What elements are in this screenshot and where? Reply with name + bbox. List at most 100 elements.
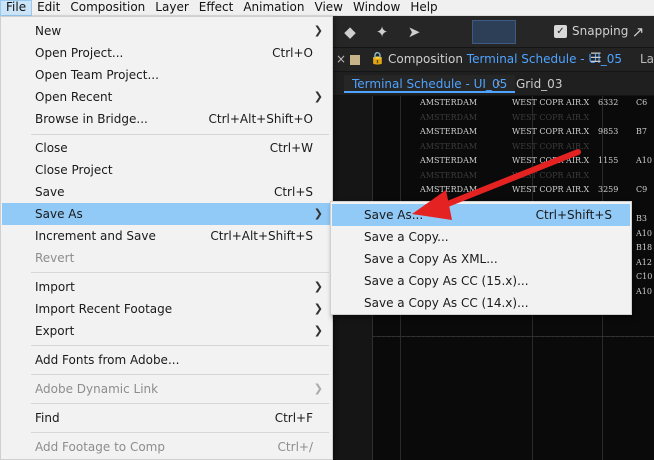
- menubar-item-composition[interactable]: Composition: [65, 0, 150, 16]
- selected-tool-group[interactable]: [472, 20, 516, 44]
- snapping-checkbox-icon[interactable]: ✓: [554, 24, 567, 38]
- tab-terminal-schedule[interactable]: Terminal Schedule - UI_05: [344, 75, 516, 93]
- menubar-item-view[interactable]: View: [310, 0, 348, 16]
- menubar-item-layer[interactable]: Layer: [150, 0, 193, 16]
- lock-icon[interactable]: 🔒: [370, 51, 385, 65]
- menu-separator: [31, 374, 329, 375]
- chevron-right-icon: ❯: [313, 302, 323, 315]
- schedule-city: AMSTERDAM: [420, 112, 478, 122]
- menu-item-open-project[interactable]: Open Project... Ctrl+O: [2, 42, 331, 64]
- schedule-airline: WEST COPR AIR.X: [512, 170, 590, 180]
- schedule-row: AMSTERDAM WEST COPR AIR.X 9853 B7: [416, 125, 654, 140]
- menu-item-adobe-dynamic-link: Adobe Dynamic Link ❯: [2, 378, 331, 400]
- menubar-item-help[interactable]: Help: [405, 0, 442, 16]
- menubar-item-effect[interactable]: Effect: [194, 0, 239, 16]
- schedule-airline: WEST COPR AIR.X: [512, 141, 590, 151]
- composition-panel-tab: × 🔒 Composition Terminal Schedule - UI_0…: [332, 48, 654, 72]
- schedule-gate: B3: [636, 214, 647, 223]
- schedule-flight: 9853: [598, 127, 619, 136]
- chevron-right-icon: ❯: [313, 90, 323, 103]
- menubar-item-animation[interactable]: Animation: [238, 0, 309, 16]
- menubar-item-edit[interactable]: Edit: [32, 0, 65, 16]
- composition-panel-title[interactable]: Composition Terminal Schedule - UI_05: [388, 52, 622, 66]
- close-panel-icon[interactable]: ×: [336, 52, 346, 66]
- roto-brush-tool-icon[interactable]: ✦: [372, 22, 392, 42]
- schedule-city: AMSTERDAM: [420, 127, 478, 136]
- submenu-item-save-a-copy[interactable]: Save a Copy...: [332, 226, 630, 248]
- schedule-row: AMSTERDAM WEST COPR AIR.X 3259 C9: [416, 183, 654, 198]
- chevron-right-icon: ❯: [313, 280, 323, 293]
- menu-separator: [31, 403, 329, 404]
- tab-grid[interactable]: Grid_03: [516, 77, 562, 91]
- schedule-row: AMSTERDAM WEST COPR AIR.X: [416, 140, 654, 155]
- menu-item-revert: Revert: [35, 251, 75, 265]
- schedule-flight: 6332: [598, 98, 619, 107]
- submenu-item-save-copy-cc14[interactable]: Save a Copy As CC (14.x)...: [332, 292, 630, 314]
- schedule-gate: C6: [636, 98, 648, 107]
- menubar: File Edit Composition Layer Effect Animation V…: [0, 0, 654, 16]
- schedule-airline: WEST COPR AIR.X: [512, 156, 590, 165]
- schedule-gate: A10: [636, 156, 652, 165]
- submenu-item-save-copy-cc15[interactable]: Save a Copy As CC (15.x)...: [332, 270, 630, 292]
- schedule-airline: WEST COPR AIR.X: [512, 127, 590, 136]
- submenu-item-save-as[interactable]: Save As... Ctrl+Shift+S: [332, 204, 630, 226]
- menu-item-save[interactable]: Save Ctrl+S: [2, 181, 331, 203]
- schedule-city: AMSTERDAM: [420, 141, 478, 151]
- schedule-airline: WEST COPR AIR.X: [512, 112, 590, 122]
- schedule-city: AMSTERDAM: [420, 98, 478, 107]
- schedule-gate: B7: [636, 127, 647, 136]
- tools-toolbar: ◆ ✦ ➤ ✓ Snapping ↗: [332, 16, 654, 48]
- schedule-city: AMSTERDAM: [420, 185, 478, 194]
- schedule-city: AMSTERDAM: [420, 170, 478, 180]
- chevron-right-icon: ❯: [313, 324, 323, 337]
- panel-menu-icon[interactable]: ☰: [590, 51, 602, 66]
- menu-item-import-recent-footage[interactable]: Import Recent Footage ❯: [2, 298, 331, 320]
- chevron-right-icon: ❯: [313, 382, 323, 395]
- menubar-item-window[interactable]: Window: [348, 0, 405, 16]
- schedule-row: AMSTERDAM WEST COPR AIR.X: [416, 111, 654, 126]
- menu-item-new[interactable]: New ❯: [2, 20, 331, 42]
- schedule-row: AMSTERDAM WEST COPR AIR.X 1155 A10: [416, 154, 654, 169]
- save-as-submenu: Save As... Ctrl+Shift+S Save a Copy... Sa…: [330, 201, 632, 315]
- composition-flowchart-tabs: Terminal Schedule - UI_05 ‹ Grid_03: [332, 72, 654, 96]
- menu-item-add-fonts[interactable]: Add Fonts from Adobe...: [2, 349, 331, 371]
- menu-item-open-recent[interactable]: Open Recent ❯: [2, 86, 331, 108]
- eraser-tool-icon[interactable]: ◆: [340, 22, 360, 42]
- menu-item-increment-and-save[interactable]: Increment and Save Ctrl+Alt+Shift+S: [2, 225, 331, 247]
- menu-item-open-team-project[interactable]: Open Team Project...: [2, 64, 331, 86]
- label-color-swatch: [350, 55, 360, 65]
- chevron-right-icon: ❯: [313, 24, 323, 37]
- menu-item-browse-in-bridge[interactable]: Browse in Bridge... Ctrl+Alt+Shift+O: [2, 108, 331, 130]
- puppet-pin-tool-icon[interactable]: ➤: [404, 22, 424, 42]
- schedule-gate: A10: [636, 228, 652, 238]
- menu-item-import[interactable]: Import ❯: [2, 276, 331, 298]
- file-menu: New ❯ Open Project... Ctrl+O Open Team Pro…: [0, 16, 333, 460]
- menu-item-close-project[interactable]: Close Project: [2, 159, 331, 181]
- schedule-gate: C10: [636, 272, 653, 281]
- schedule-city: AMSTERDAM: [420, 156, 478, 165]
- snapping-toggle[interactable]: ✓ Snapping: [554, 24, 628, 38]
- snap-options-icon[interactable]: ↗: [628, 22, 648, 42]
- layer-panel-tab[interactable]: Lay: [640, 52, 654, 66]
- chevron-left-icon[interactable]: ‹: [496, 76, 501, 90]
- schedule-gate: B18: [636, 243, 653, 252]
- menu-item-find[interactable]: Find Ctrl+F: [2, 407, 331, 429]
- schedule-flight: 3259: [598, 185, 619, 194]
- menu-separator: [31, 134, 329, 135]
- menubar-item-file[interactable]: File: [0, 0, 33, 16]
- menu-item-close[interactable]: Close Ctrl+W: [2, 137, 331, 159]
- schedule-flight: 1155: [598, 156, 619, 165]
- submenu-item-save-copy-xml[interactable]: Save a Copy As XML...: [332, 248, 630, 270]
- menu-item-export[interactable]: Export ❯: [2, 320, 331, 342]
- schedule-airline: WEST COPR AIR.X: [512, 185, 590, 194]
- menu-separator: [31, 345, 329, 346]
- chevron-right-icon: ❯: [313, 207, 323, 220]
- schedule-gate: C9: [636, 185, 648, 194]
- menu-separator: [31, 272, 329, 273]
- snapping-label: Snapping: [572, 24, 629, 38]
- menu-item-save-as[interactable]: Save As ❯: [2, 203, 331, 225]
- schedule-row: AMSTERDAM WEST COPR AIR.X: [416, 169, 654, 184]
- schedule-airline: WEST COPR AIR.X: [512, 98, 590, 107]
- schedule-row: AMSTERDAM WEST COPR AIR.X 6332 C6: [416, 96, 654, 111]
- guide-line: [372, 336, 654, 337]
